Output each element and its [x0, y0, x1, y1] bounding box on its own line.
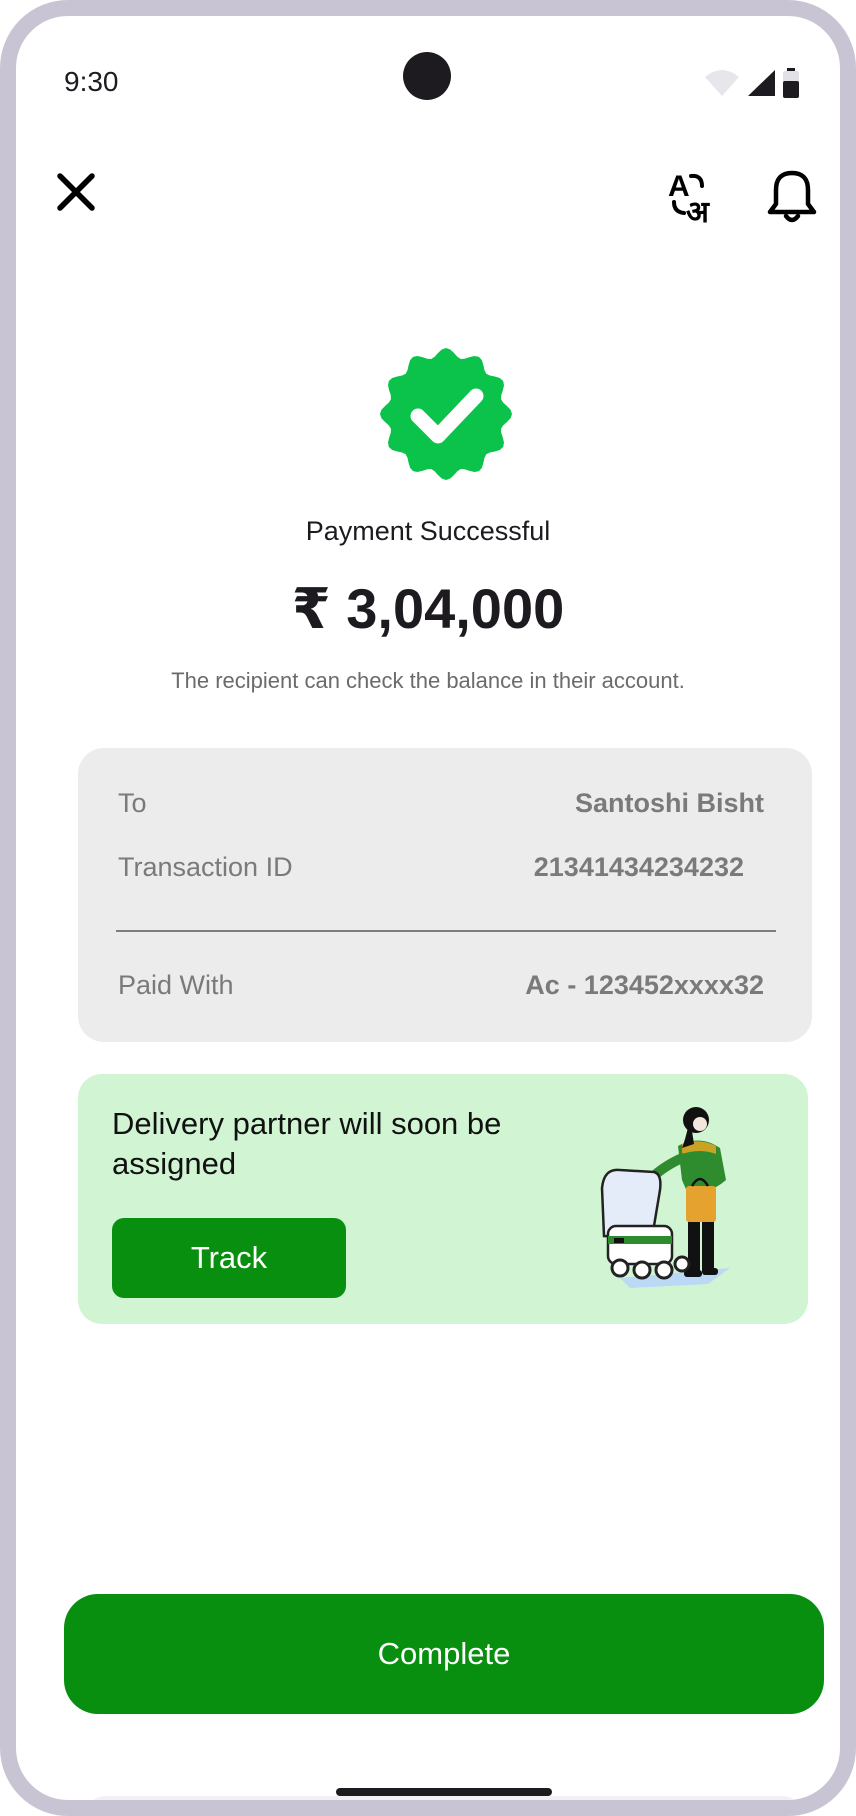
delivery-robot-illustration	[600, 1107, 730, 1288]
check-badge-icon	[380, 348, 512, 480]
battery-icon	[783, 68, 799, 98]
recipient-label: To	[118, 788, 147, 818]
details-divider	[116, 930, 776, 932]
delivery-message: Delivery partner will soon be assigned	[112, 1106, 502, 1181]
bottom-sheet-peek	[84, 1796, 804, 1800]
wifi-icon	[705, 70, 739, 96]
translate-button[interactable]: A अ	[656, 160, 728, 232]
paid-with-value: Ac - 123452xxxx32	[525, 970, 764, 1000]
device-frame: 9:30 A अ Payment Successful ₹ 3,04,000 T…	[0, 0, 856, 1816]
complete-button[interactable]: Complete	[64, 1594, 824, 1714]
recipient-value: Santoshi Bisht	[574, 788, 764, 818]
status-icons	[704, 68, 800, 98]
bell-icon	[767, 170, 817, 223]
transaction-details-card: To Santoshi Bisht Transaction ID 2134143…	[78, 748, 812, 1042]
translate-icon: A अ	[668, 170, 710, 226]
payment-status-title: Payment Successful	[305, 516, 551, 546]
paid-with-row: Paid With Ac - 123452xxxx32	[118, 970, 764, 1001]
home-indicator[interactable]	[336, 1788, 552, 1796]
payment-amount: ₹ 3,04,000	[291, 577, 565, 640]
track-button[interactable]: Track	[112, 1218, 346, 1298]
paid-with-label: Paid With	[118, 970, 234, 1000]
payment-subtitle: The recipient can check the balance in t…	[171, 668, 685, 693]
recipient-row: To Santoshi Bisht	[118, 788, 764, 819]
payment-success-screen: 9:30 A अ Payment Successful ₹ 3,04,000 T…	[16, 16, 840, 1800]
translate-glyph-devanagari: अ	[686, 195, 710, 226]
camera-cutout	[403, 52, 451, 100]
status-time: 9:30	[64, 66, 119, 97]
close-icon	[57, 173, 95, 211]
notifications-button[interactable]	[756, 160, 828, 232]
close-button[interactable]	[44, 160, 108, 224]
transaction-id-row: Transaction ID 21341434234232	[118, 852, 764, 883]
delivery-status-card: Delivery partner will soon be assigned T…	[78, 1074, 808, 1324]
signal-icon	[748, 70, 775, 96]
transaction-id-label: Transaction ID	[118, 852, 293, 882]
transaction-id-value: 21341434234232	[533, 852, 744, 882]
